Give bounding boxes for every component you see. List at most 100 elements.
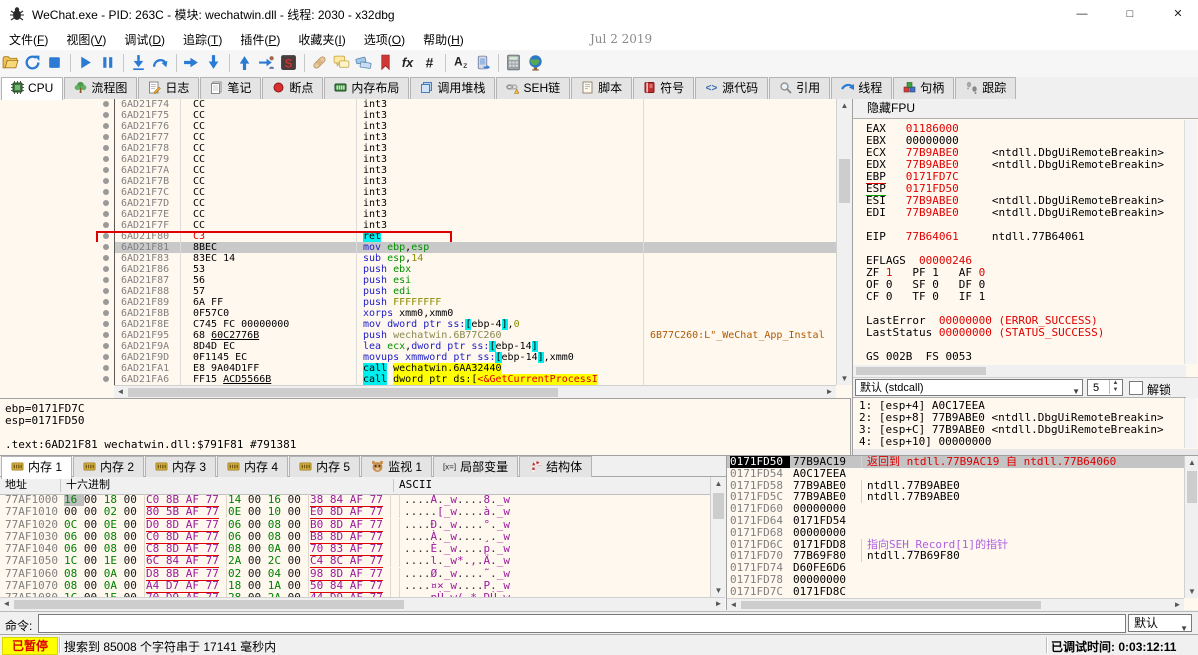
breakpoint-dot-icon[interactable] [103, 101, 109, 107]
breakpoint-dot-icon[interactable] [103, 332, 109, 338]
breakpoint-dot-icon[interactable] [103, 299, 109, 305]
disasm-row[interactable]: 6AD21F80C3ret [0, 231, 836, 242]
comments-icon[interactable] [332, 53, 352, 73]
breakpoint-dot-icon[interactable] [103, 134, 109, 140]
breakpoint-dot-icon[interactable] [103, 112, 109, 118]
close-button[interactable]: ✕ [1158, 0, 1198, 28]
disasm-row[interactable]: 6AD21F7FCCint3 [0, 220, 836, 231]
menu-item[interactable]: 帮助(H) [414, 28, 473, 51]
breakpoint-dot-icon[interactable] [103, 266, 109, 272]
unlock-checkbox[interactable] [1129, 381, 1143, 395]
breakpoint-dot-icon[interactable] [103, 255, 109, 261]
disasm-row[interactable]: 6AD21F76CCint3 [0, 121, 836, 132]
register-line[interactable]: GS 002B FS 0053 [866, 351, 1184, 363]
disasm-row[interactable]: 6AD21FA6FF15 ACD5566Bcall dword ptr ds:[… [0, 374, 836, 385]
disasm-row[interactable]: 6AD21F7ECCint3 [0, 209, 836, 220]
memtab-内存 5[interactable]: 内存 5 [289, 456, 360, 478]
labels-icon[interactable] [354, 53, 374, 73]
disasm-row[interactable]: 6AD21F8383EC 14sub esp,14 [0, 253, 836, 264]
breakpoint-dot-icon[interactable] [103, 310, 109, 316]
calculator-icon[interactable] [504, 53, 524, 73]
attach-icon[interactable] [473, 53, 493, 73]
animate-over-icon[interactable] [204, 53, 224, 73]
menu-item[interactable]: 选项(O) [355, 28, 414, 51]
tab-符号[interactable]: 符号 [633, 77, 694, 99]
step-out-icon[interactable] [235, 53, 255, 73]
menu-item[interactable]: 视图(V) [57, 28, 115, 51]
register-line[interactable]: EDI 77B9ABE0 <ntdll.DbgUiRemoteBreakin> [866, 207, 1184, 219]
disasm-row[interactable]: 6AD21F7BCCint3 [0, 176, 836, 187]
register-list[interactable]: EAX 01186000EBX 00000000ECX 77B9ABE0 <nt… [866, 123, 1184, 365]
breakpoint-dot-icon[interactable] [103, 189, 109, 195]
stack-row[interactable]: 0171FD640171FD54 [727, 515, 1184, 527]
menu-item[interactable]: 文件(F) [0, 28, 57, 51]
registers-horizontal-scrollbar[interactable] [853, 365, 1186, 377]
breakpoint-dot-icon[interactable] [103, 145, 109, 151]
register-line[interactable]: EIP 77B64061 ntdll.77B64061 [866, 231, 1184, 243]
hide-fpu-button[interactable]: 隐藏FPU [853, 99, 1198, 119]
stop-icon[interactable] [45, 53, 65, 73]
argument-count-stepper[interactable]: 5▲▼ [1087, 379, 1123, 396]
breakpoint-dot-icon[interactable] [103, 354, 109, 360]
tab-引用[interactable]: 引用 [769, 77, 830, 99]
tab-跟踪[interactable]: 跟踪 [955, 77, 1016, 99]
breakpoint-dot-icon[interactable] [103, 321, 109, 327]
animate-into-icon[interactable] [182, 53, 202, 73]
disasm-horizontal-scrollbar[interactable]: ◄► [114, 385, 836, 399]
internet-icon[interactable] [526, 53, 546, 73]
dump-horizontal-scrollbar[interactable]: ◄► [0, 597, 725, 611]
dump-vertical-scrollbar[interactable]: ▲▼ [710, 477, 726, 597]
disasm-row[interactable]: 6AD21F7ACCint3 [0, 165, 836, 176]
disasm-row[interactable]: 6AD21FA1E8 9A04D1FFcall wechatwin.6AA324… [0, 363, 836, 374]
disasm-row[interactable]: 6AD21F79CCint3 [0, 154, 836, 165]
disasm-row[interactable]: 6AD21F8EC745 FC 00000000mov dword ptr ss… [0, 319, 836, 330]
stack-row[interactable]: 0171FD6800000000 [727, 527, 1184, 539]
breakpoint-dot-icon[interactable] [103, 167, 109, 173]
restart-icon[interactable] [23, 53, 43, 73]
breakpoint-dot-icon[interactable] [103, 200, 109, 206]
register-line[interactable]: LastStatus 00000000 (STATUS_SUCCESS) [866, 327, 1184, 339]
breakpoint-dot-icon[interactable] [103, 211, 109, 217]
command-script-type-select[interactable]: 默认▼ [1128, 614, 1192, 632]
disasm-row[interactable]: 6AD21F818BECmov ebp,esp [0, 242, 836, 253]
menu-item[interactable]: 追踪(T) [174, 28, 231, 51]
disasm-row[interactable]: 6AD21F9A8D4D EClea ecx,dword ptr ss:[ebp… [0, 341, 836, 352]
stack-row[interactable]: 0171FD54A0C17EEA [727, 468, 1184, 480]
memtab-内存 4[interactable]: 内存 4 [217, 456, 288, 478]
disasm-row[interactable]: 6AD21F75CCint3 [0, 110, 836, 121]
registers-vertical-scrollbar[interactable] [1184, 120, 1197, 364]
tab-句柄[interactable]: 句柄 [893, 77, 954, 99]
stack-horizontal-scrollbar[interactable]: ◄► [727, 598, 1184, 611]
stack-vertical-scrollbar[interactable]: ▲▼ [1184, 456, 1198, 598]
stack-row[interactable]: 0171FD7C0171FD8C [727, 586, 1184, 598]
tab-内存布局[interactable]: 内存布局 [324, 77, 409, 99]
memtab-结构体[interactable]: 结构体 [519, 456, 592, 478]
tab-SEH链[interactable]: SEH链 [496, 77, 570, 99]
disasm-row[interactable]: 6AD21F7CCCint3 [0, 187, 836, 198]
breakpoint-dot-icon[interactable] [103, 376, 109, 382]
tab-线程[interactable]: 线程 [831, 77, 892, 99]
disasm-row[interactable]: 6AD21F78CCint3 [0, 143, 836, 154]
patches-icon[interactable] [310, 53, 330, 73]
disasm-row[interactable]: 6AD21F74CCint3 [0, 99, 836, 110]
step-over-icon[interactable] [151, 53, 171, 73]
register-line[interactable]: CF 0 TF 0 IF 1 [866, 291, 1184, 303]
breakpoint-dot-icon[interactable] [103, 156, 109, 162]
breakpoint-dot-icon[interactable] [103, 123, 109, 129]
disasm-row[interactable]: 6AD21F8653push ebx [0, 264, 836, 275]
tab-日志[interactable]: 日志 [138, 77, 199, 99]
tab-CPU[interactable]: CPU [1, 77, 63, 100]
disasm-row[interactable]: 6AD21F77CCint3 [0, 132, 836, 143]
functions-icon[interactable]: fx [398, 53, 418, 73]
arguments-vertical-scrollbar[interactable] [1184, 398, 1197, 448]
command-input[interactable] [38, 614, 1126, 633]
run-to-user-code-icon[interactable] [257, 53, 277, 73]
memtab-监视 1[interactable]: 监视 1 [361, 456, 432, 478]
disasm-row[interactable]: 6AD21F8756push esi [0, 275, 836, 286]
breakpoint-dot-icon[interactable] [103, 178, 109, 184]
breakpoint-dot-icon[interactable] [103, 288, 109, 294]
disasm-row[interactable]: 6AD21F8B0F57C0xorps xmm0,xmm0 [0, 308, 836, 319]
memtab-内存 1[interactable]: 内存 1 [1, 456, 72, 479]
call-argument[interactable]: 4: [esp+10] 00000000 [853, 436, 1186, 448]
memtab-局部变量[interactable]: [x=]局部变量 [433, 456, 518, 478]
